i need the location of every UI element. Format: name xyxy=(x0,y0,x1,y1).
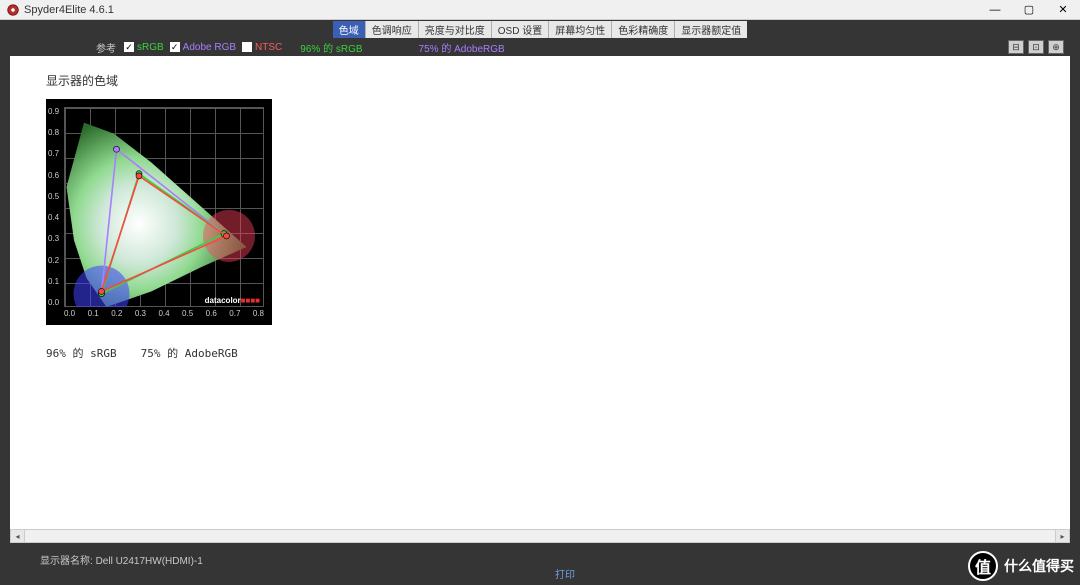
watermark: 值 什么值得买 xyxy=(968,551,1074,581)
srgb-label: sRGB xyxy=(137,42,164,53)
status-prefix: 显示器名称: xyxy=(40,556,96,567)
argb-label: Adobe RGB xyxy=(183,42,236,53)
tabs-row: 色域色调响应亮度与对比度OSD 设置屏幕均匀性色彩精确度显示器额定值 xyxy=(0,20,1080,38)
checkbox-icon: ✓ xyxy=(170,42,180,52)
tab-屏幕均匀性[interactable]: 屏幕均匀性 xyxy=(549,21,612,38)
tab-色彩精确度[interactable]: 色彩精确度 xyxy=(612,21,675,38)
app-title: Spyder4Elite 4.6.1 xyxy=(24,4,114,16)
gamut-chart: 0.90.80.70.60.50.40.30.20.10.0 0.00.10.2… xyxy=(46,99,272,325)
section-title: 显示器的色域 xyxy=(46,72,1034,89)
tab-色调响应[interactable]: 色调响应 xyxy=(366,21,419,38)
result-srgb: 96% 的 sRGB xyxy=(46,345,117,361)
reference-label: 参考 xyxy=(96,40,116,55)
toolbar-result-srgb: 96% 的 sRGB xyxy=(300,40,362,55)
datacolor-logo: datacolor■■■■ xyxy=(205,296,260,305)
print-link[interactable]: 打印 xyxy=(555,566,575,581)
horizontal-scrollbar[interactable]: ◂ ▸ xyxy=(10,529,1070,543)
zoom-out-icon[interactable]: ⊟ xyxy=(1008,40,1024,54)
watermark-text: 什么值得买 xyxy=(1004,556,1074,576)
window-titlebar: Spyder4Elite 4.6.1 — ▢ ✕ xyxy=(0,0,1080,20)
minimize-button[interactable]: — xyxy=(978,0,1012,20)
close-button[interactable]: ✕ xyxy=(1046,0,1080,20)
tab-色域[interactable]: 色域 xyxy=(333,21,366,38)
tab-OSD 设置[interactable]: OSD 设置 xyxy=(492,21,549,38)
maximize-button[interactable]: ▢ xyxy=(1012,0,1046,20)
tab-亮度与对比度[interactable]: 亮度与对比度 xyxy=(419,21,492,38)
checkbox-icon xyxy=(242,42,252,52)
watermark-icon: 值 xyxy=(968,551,998,581)
scroll-left-icon[interactable]: ◂ xyxy=(11,530,25,542)
scroll-right-icon[interactable]: ▸ xyxy=(1055,530,1069,542)
monitor-name: Dell U2417HW(HDMI)-1 xyxy=(96,556,203,567)
status-bar: 显示器名称: Dell U2417HW(HDMI)-1 xyxy=(40,552,203,567)
zoom-in-icon[interactable]: ⊕ xyxy=(1048,40,1064,54)
argb-checkbox[interactable]: ✓ Adobe RGB xyxy=(170,42,236,53)
zoom-reset-icon[interactable]: ⊡ xyxy=(1028,40,1044,54)
toolbar: 参考 ✓ sRGB ✓ Adobe RGB NTSC 96% 的 sRGB 75… xyxy=(0,38,1080,56)
ntsc-checkbox[interactable]: NTSC xyxy=(242,42,282,53)
checkbox-icon: ✓ xyxy=(124,42,134,52)
scroll-track[interactable] xyxy=(25,530,1055,542)
ntsc-label: NTSC xyxy=(255,42,282,53)
toolbar-result-argb: 75% 的 AdobeRGB xyxy=(419,40,505,55)
tab-显示器额定值[interactable]: 显示器额定值 xyxy=(675,21,747,38)
result-argb: 75% 的 AdobeRGB xyxy=(141,345,238,361)
srgb-checkbox[interactable]: ✓ sRGB xyxy=(124,42,164,53)
results-row: 96% 的 sRGB 75% 的 AdobeRGB xyxy=(46,345,1034,361)
app-icon xyxy=(6,3,20,17)
content-area: 显示器的色域 0.90.80.70.60.50.40.30.20.10.0 0.… xyxy=(10,56,1070,529)
